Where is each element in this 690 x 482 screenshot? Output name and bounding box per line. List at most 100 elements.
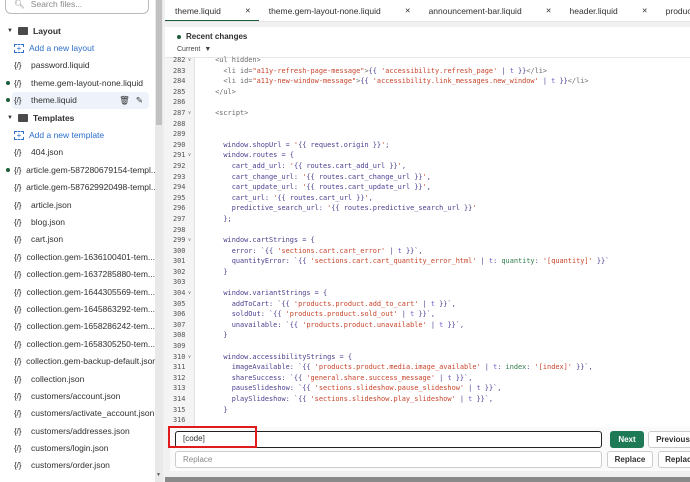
file-tree-item-label: collection.json xyxy=(31,373,85,384)
code-lines[interactable]: 282 ∨ <ul hidden> 283 <li id="a11y-refresh… xyxy=(165,55,690,426)
tab-announcement-bar-liquid[interactable]: announcement-bar.liquid ✕ xyxy=(419,0,560,21)
code-text: <li id="a11y-refresh-page-message">{{ 'a… xyxy=(199,66,547,77)
tab-product-json[interactable]: product.json✕ xyxy=(656,0,690,21)
tab-theme-liquid[interactable]: theme.liquid ✕ xyxy=(165,0,259,21)
code-token: : xyxy=(526,363,535,372)
fold-chevron-icon[interactable]: ∨ xyxy=(188,288,191,299)
file-tree-item[interactable]: {/} collection.json xyxy=(0,370,155,387)
code-token: | xyxy=(397,310,411,319)
close-icon[interactable]: ✕ xyxy=(546,7,552,15)
fold-chevron-icon[interactable]: ∨ xyxy=(188,55,191,66)
code-token: window.shopUrl = xyxy=(198,140,294,149)
file-tree-item[interactable]: {/} customers/addresses.json xyxy=(0,422,155,439)
code-token: } xyxy=(198,267,228,276)
code-token: | xyxy=(464,384,477,393)
liquid-file-icon: {/} xyxy=(14,303,22,314)
file-tree-item[interactable]: {/} collection.gem-1636100401-tem... xyxy=(0,248,155,265)
file-tree-item[interactable]: {/} cart.json xyxy=(0,231,155,248)
liquid-file-icon: {/} xyxy=(14,234,22,245)
file-tree-item[interactable]: {/} theme.liquid 🗑︎ ✎ xyxy=(6,91,149,109)
code-text: shareSuccess: `{{ 'general.share.success… xyxy=(199,373,473,384)
file-tree-item-label: collection.gem-backup-default.json xyxy=(26,356,155,367)
pencil-icon[interactable]: ✎ xyxy=(136,95,143,106)
line-number: 286 xyxy=(173,98,186,107)
sidebar-scrollbar-thumb[interactable] xyxy=(156,0,162,125)
file-tree-item[interactable]: {/} customers/login.json xyxy=(0,439,155,456)
code-token: , xyxy=(426,183,431,192)
tab-label: product.json xyxy=(665,6,690,16)
line-number: 287 xyxy=(173,108,186,117)
code-text: error: `{{ 'sections.cart.cart_error' | … xyxy=(199,246,423,257)
file-tree-item[interactable]: {/} password.liquid xyxy=(0,57,155,74)
file-tree-item[interactable]: {/} article.gem-587280679154-templ... xyxy=(0,161,155,178)
tab-label: announcement-bar.liquid xyxy=(428,6,522,16)
next-button[interactable]: Next xyxy=(610,431,644,448)
file-tree-item[interactable]: {/} collection.gem-1658305250-tem... xyxy=(0,335,155,352)
code-line: 295 cart_url: '{{ routes.cart_url }}', xyxy=(165,193,690,204)
liquid-file-icon: {/} xyxy=(14,77,22,88)
fold-chevron-icon[interactable]: ∨ xyxy=(188,235,191,246)
file-tree-item[interactable]: {/} collection.gem-1637285880-tem... xyxy=(0,265,155,282)
fold-chevron-icon[interactable]: ∨ xyxy=(188,352,191,363)
trash-icon[interactable]: 🗑︎ xyxy=(119,95,130,106)
code-token: {{ xyxy=(368,66,382,75)
code-token: }}`, xyxy=(401,246,423,255)
code-editor[interactable]: Recent changes Current ▼ 282 ∨ <ul hidden>… xyxy=(165,27,690,427)
search-files-input[interactable]: 🔍︎ Search files... xyxy=(5,0,149,14)
code-line: 312 shareSuccess: `{{ 'general.share.suc… xyxy=(165,373,690,384)
file-tree-item[interactable]: {/} collection.gem-1645863292-tem... xyxy=(0,300,155,317)
caret-down-icon[interactable]: ▼ xyxy=(7,28,13,34)
file-tree-item[interactable]: + Add a new layout xyxy=(0,39,155,56)
fold-chevron-icon[interactable]: ∨ xyxy=(188,108,191,119)
file-tree-item[interactable]: {/} article.gem-587629920498-templ... xyxy=(0,179,155,196)
tab-theme-gem-layout-none-liquid[interactable]: theme.gem-layout-none.liquid ✕ xyxy=(259,0,419,21)
file-tree-item[interactable]: {/} theme.gem-layout-none.liquid xyxy=(0,74,155,91)
file-tree-item[interactable]: {/} collection.gem-1644305569-tem... xyxy=(0,283,155,300)
code-line: 282 ∨ <ul hidden> xyxy=(165,55,690,66)
code-token: cart_url: xyxy=(198,193,274,202)
tab-header-liquid[interactable]: header.liquid ✕ xyxy=(560,0,656,21)
close-icon[interactable]: ✕ xyxy=(245,7,251,15)
replace-button[interactable]: Replace xyxy=(607,451,653,468)
line-number: 290 xyxy=(173,140,186,149)
liquid-file-icon: {/} xyxy=(14,408,22,419)
version-dropdown[interactable]: Current ▼ xyxy=(177,46,690,53)
file-tree-item[interactable]: ▼ Templates xyxy=(0,109,155,126)
file-tree-item[interactable]: {/} article.json xyxy=(0,196,155,213)
file-tree-item-label: 404.json xyxy=(31,147,64,158)
replace-input[interactable]: Replace xyxy=(175,451,602,468)
modified-dot-icon xyxy=(6,167,10,172)
close-icon[interactable]: ✕ xyxy=(642,7,648,15)
code-text: window.shopUrl = '{{ request.origin }}'; xyxy=(198,140,389,151)
close-icon[interactable]: ✕ xyxy=(405,7,411,15)
file-tree-item[interactable]: {/} collection.gem-backup-default.json xyxy=(0,352,155,369)
line-number: 291 xyxy=(173,151,186,160)
file-tree-item[interactable]: + Add a new template xyxy=(0,126,155,143)
code-line: 306 soldOut: `{{ 'products.product.sold_… xyxy=(165,309,690,320)
code-token: "a11y-refresh-page-message" xyxy=(252,66,365,75)
file-tree-item[interactable]: {/} customers/order.json xyxy=(0,457,155,474)
line-number: 294 xyxy=(173,183,186,192)
code-token: ' xyxy=(472,204,477,213)
file-tree-item[interactable]: {/} customers/activate_account.json xyxy=(0,405,155,422)
caret-down-icon[interactable]: ▼ xyxy=(7,115,13,121)
code-token: {{ xyxy=(360,77,373,86)
scroll-down-arrow-icon[interactable]: ▼ xyxy=(156,472,161,478)
file-tree-item[interactable]: {/} blog.json xyxy=(0,213,155,230)
code-token: cart_add_url: xyxy=(198,161,290,170)
code-token: , xyxy=(401,161,406,170)
code-text: }; xyxy=(199,214,231,225)
fold-chevron-icon[interactable]: ∨ xyxy=(188,150,191,161)
line-number: 288 xyxy=(173,119,186,128)
file-tree-item[interactable]: {/} 404.json xyxy=(0,144,155,161)
file-tree-item[interactable]: ▼ Layout xyxy=(0,22,155,39)
file-tree-item[interactable]: {/} collection.gem-1658286242-tem... xyxy=(0,318,155,335)
liquid-file-icon: {/} xyxy=(14,443,22,454)
replace-all-button[interactable]: Replace xyxy=(658,451,690,468)
code-token: playSlideshow: `{{ xyxy=(198,395,311,403)
liquid-file-icon: {/} xyxy=(14,60,22,71)
line-number: 282 xyxy=(173,56,186,64)
file-tree-item[interactable]: {/} customers/account.json xyxy=(0,387,155,404)
code-line: 298 xyxy=(165,225,690,236)
previous-button[interactable]: Previous xyxy=(648,431,690,448)
